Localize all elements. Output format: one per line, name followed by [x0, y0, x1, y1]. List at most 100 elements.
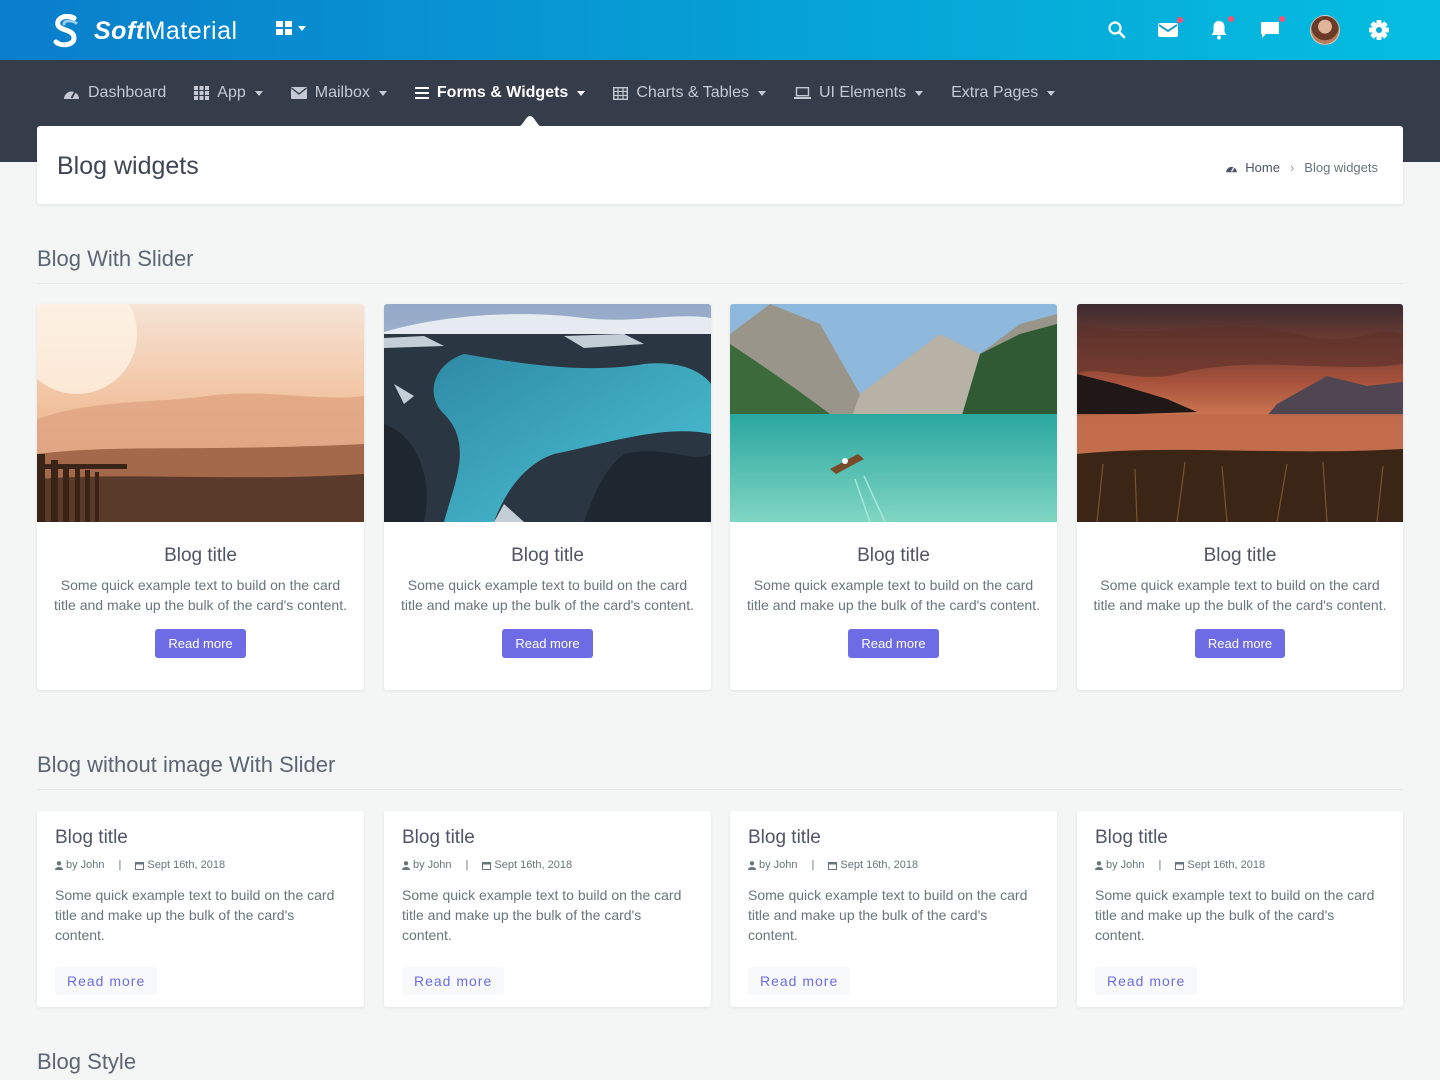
mail-icon	[1158, 23, 1178, 37]
nav-item-dashboard[interactable]: Dashboard	[63, 84, 166, 102]
chevron-down-icon	[915, 90, 924, 96]
mail-button[interactable]	[1156, 17, 1183, 42]
read-more-link[interactable]: Read more	[55, 967, 158, 995]
blog-card-date: Sept 16th, 2018	[494, 859, 573, 871]
user-icon	[55, 860, 63, 870]
table-icon	[613, 86, 629, 100]
blog-card-text: Some quick example text to build on the …	[55, 887, 335, 943]
read-more-button[interactable]: Read more	[155, 629, 246, 658]
calendar-icon	[482, 861, 492, 870]
blog-card-meta: by John | Sept 16th, 2018	[1095, 859, 1385, 871]
blog-card-title: Blog title	[55, 827, 128, 848]
nav-item-extra-pages[interactable]: Extra Pages	[951, 84, 1056, 102]
blog-card-image	[1077, 304, 1403, 523]
envelope-icon	[290, 87, 307, 99]
blog-card-text: Some quick example text to build on the …	[747, 577, 1040, 613]
bell-notification-dot	[1228, 16, 1234, 22]
chevron-down-icon	[577, 90, 586, 96]
blog-card-image	[37, 304, 364, 522]
breadcrumb-home-link[interactable]: Home	[1245, 160, 1280, 175]
chat-icon	[1261, 22, 1279, 38]
nav-label: Forms & Widgets	[436, 84, 569, 101]
meta-separator: |	[465, 859, 469, 871]
blog-card-author: by John	[66, 859, 105, 871]
chevron-down-icon	[757, 90, 766, 96]
blog-card-author: by John	[759, 859, 798, 871]
nav-label: Dashboard	[88, 84, 167, 101]
calendar-icon	[135, 861, 145, 870]
blog-card-text: Some quick example text to build on the …	[748, 887, 1028, 943]
nav-item-ui-elements[interactable]: UI Elements	[793, 84, 924, 102]
notifications-button[interactable]	[1207, 16, 1234, 42]
blog-card-body: Blog title by John | Sept 16th, 2018 Som…	[730, 811, 1057, 995]
blog-card: Blog title Some quick example text to bu…	[384, 304, 711, 690]
blog-card-author: by John	[413, 859, 452, 871]
blog-text-card: Blog title by John | Sept 16th, 2018 Som…	[1077, 811, 1403, 1007]
meta-separator: |	[118, 859, 122, 871]
breadcrumb-current: Blog widgets	[1304, 160, 1378, 175]
blog-text-card: Blog title by John | Sept 16th, 2018 Som…	[730, 811, 1057, 1007]
blog-card-title: Blog title	[748, 827, 821, 848]
blog-card-meta: by John | Sept 16th, 2018	[748, 859, 1039, 871]
nav-item-app[interactable]: App	[194, 84, 263, 102]
top-header: SoftMaterial	[0, 0, 1440, 60]
active-nav-pointer	[515, 116, 545, 128]
blog-card-image	[730, 304, 1057, 523]
apps-menu-toggle[interactable]	[276, 21, 306, 35]
nav-label: Mailbox	[314, 84, 370, 101]
chevron-down-icon	[378, 90, 387, 96]
laptop-icon	[793, 87, 811, 99]
chevron-down-icon	[254, 90, 263, 96]
section-title-blog-no-image: Blog without image With Slider	[37, 752, 336, 777]
blog-card-title: Blog title	[511, 545, 584, 566]
blog-card: Blog title Some quick example text to bu…	[730, 304, 1057, 690]
read-more-link[interactable]: Read more	[748, 967, 851, 995]
nav-item-forms-widgets[interactable]: Forms & Widgets	[414, 84, 586, 102]
read-more-button[interactable]: Read more	[502, 629, 593, 658]
blog-text-card: Blog title by John | Sept 16th, 2018 Som…	[384, 811, 711, 1007]
nav-item-mailbox[interactable]: Mailbox	[290, 84, 387, 102]
read-more-button[interactable]: Read more	[848, 629, 939, 658]
dashboard-icon	[1226, 166, 1238, 172]
divider	[37, 283, 1403, 284]
read-more-link[interactable]: Read more	[1095, 967, 1198, 995]
blog-card: Blog title Some quick example text to bu…	[37, 304, 364, 690]
gear-icon[interactable]	[1367, 18, 1391, 42]
blog-card-body: Blog title Some quick example text to bu…	[37, 527, 364, 658]
blog-card-body: Blog title Some quick example text to bu…	[1077, 527, 1403, 658]
blog-card-text: Some quick example text to build on the …	[402, 887, 682, 943]
blog-card-text: Some quick example text to build on the …	[1095, 887, 1375, 943]
section-title-blog-slider: Blog With Slider	[37, 246, 194, 271]
brand-logo[interactable]: SoftMaterial	[52, 14, 238, 48]
calendar-icon	[1175, 861, 1185, 870]
logo-mark-icon	[53, 14, 78, 48]
nav-label: Charts & Tables	[636, 84, 749, 101]
blog-text-card: Blog title by John | Sept 16th, 2018 Som…	[37, 811, 364, 1007]
blog-card-body: Blog title Some quick example text to bu…	[730, 527, 1057, 658]
blog-card-date: Sept 16th, 2018	[147, 859, 226, 871]
read-more-button[interactable]: Read more	[1194, 629, 1286, 658]
avatar[interactable]	[1310, 15, 1340, 45]
blog-card-text: Some quick example text to build on the …	[1093, 577, 1387, 613]
grid-icon	[194, 86, 210, 100]
blog-card-text: Some quick example text to build on the …	[401, 577, 694, 613]
breadcrumb: Home › Blog widgets	[1225, 160, 1378, 175]
nav-item-charts-tables[interactable]: Charts & Tables	[613, 84, 766, 102]
chevron-down-icon	[1047, 90, 1056, 96]
blog-card-title: Blog title	[1203, 545, 1277, 566]
list-icon	[414, 87, 429, 99]
blog-card-image	[384, 304, 711, 522]
page-header-card: Blog widgets Home › Blog widgets	[37, 116, 1403, 204]
section-title-blog-style: Blog Style	[37, 1049, 137, 1074]
read-more-link[interactable]: Read more	[402, 967, 505, 995]
user-icon	[402, 860, 410, 870]
dashboard-icon	[64, 91, 79, 99]
messages-button[interactable]	[1258, 16, 1285, 42]
nav-label: Extra Pages	[951, 84, 1039, 101]
apps-grid-icon	[276, 21, 292, 35]
blog-card-date: Sept 16th, 2018	[1187, 859, 1266, 871]
user-icon	[748, 860, 756, 870]
blog-card-text: Some quick example text to build on the …	[54, 577, 347, 613]
blog-card-body: Blog title Some quick example text to bu…	[384, 527, 711, 658]
search-icon[interactable]	[1105, 18, 1129, 42]
